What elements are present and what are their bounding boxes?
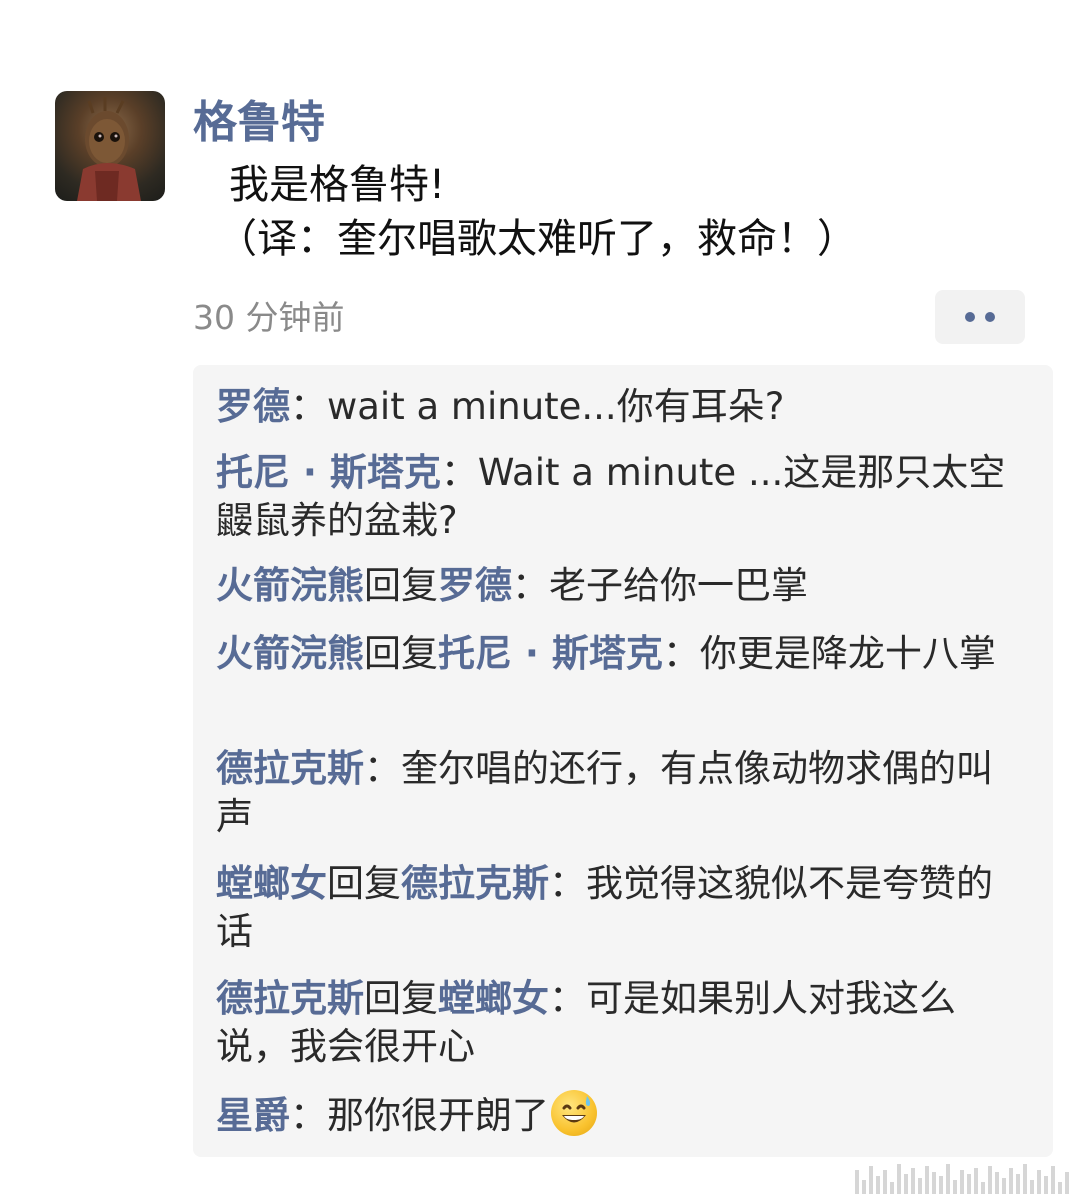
post-text-line: 我是格鲁特! — [229, 162, 446, 208]
more-actions-button[interactable] — [935, 290, 1025, 344]
reply-word: 回复 — [364, 977, 438, 1020]
comment-user[interactable]: 火箭浣熊 — [216, 632, 364, 675]
groot-avatar-icon — [77, 97, 141, 201]
comment-item[interactable]: 螳螂女回复德拉克斯：我觉得这貌似不是夸赞的话 — [216, 860, 1026, 956]
author-name[interactable]: 格鲁特 — [193, 95, 325, 151]
comment-item[interactable]: 罗德：wait a minute...你有耳朵? — [216, 383, 1026, 431]
watermark — [855, 1158, 1070, 1194]
reply-to-user[interactable]: 罗德 — [438, 564, 512, 607]
grinning-sweat-emoji-icon — [551, 1090, 597, 1136]
comment-user[interactable]: 螳螂女 — [216, 862, 327, 905]
comment-user[interactable]: 星爵 — [216, 1094, 290, 1137]
post-timestamp: 30 分钟前 — [193, 298, 345, 337]
reply-word: 回复 — [327, 862, 401, 905]
comment-user[interactable]: 火箭浣熊 — [216, 564, 364, 607]
comment-text: ：wait a minute...你有耳朵? — [290, 385, 785, 428]
comment-user[interactable]: 托尼 · 斯塔克 — [216, 451, 441, 494]
comment-user[interactable]: 德拉克斯 — [216, 747, 364, 790]
reply-word: 回复 — [364, 564, 438, 607]
more-dots-icon — [965, 312, 975, 322]
more-dots-icon — [985, 312, 995, 322]
comment-item[interactable]: 火箭浣熊回复托尼 · 斯塔克：你更是降龙十八掌 — [216, 630, 1026, 678]
comment-list: 罗德：wait a minute...你有耳朵? 托尼 · 斯塔克：Wait a… — [193, 365, 1053, 1157]
comment-text: ：老子给你一巴掌 — [512, 564, 808, 607]
avatar[interactable] — [55, 91, 165, 201]
comment-item[interactable]: 星爵：那你很开朗了 — [216, 1090, 1026, 1140]
comment-text: ：那你很开朗了 — [290, 1094, 549, 1137]
post-content: 我是格鲁特! （译：奎尔唱歌太难听了，救命！） — [217, 158, 857, 266]
comment-item[interactable]: 托尼 · 斯塔克：Wait a minute ...这是那只太空鼹鼠养的盆栽? — [216, 449, 1026, 545]
comment-item[interactable]: 德拉克斯回复螳螂女：可是如果别人对我这么说，我会很开心 — [216, 975, 1026, 1071]
comment-user[interactable]: 德拉克斯 — [216, 977, 364, 1020]
reply-to-user[interactable]: 德拉克斯 — [401, 862, 549, 905]
comment-text: ：你更是降龙十八掌 — [662, 632, 996, 675]
reply-to-user[interactable]: 螳螂女 — [438, 977, 549, 1020]
comment-user[interactable]: 罗德 — [216, 385, 290, 428]
reply-word: 回复 — [364, 632, 438, 675]
post-text-line: （译：奎尔唱歌太难听了，救命！） — [217, 216, 857, 262]
moment-post: 格鲁特 我是格鲁特! （译：奎尔唱歌太难听了，救命！） 30 分钟前 罗德：wa… — [0, 0, 1080, 1199]
comment-item[interactable]: 火箭浣熊回复罗德：老子给你一巴掌 — [216, 562, 1026, 610]
reply-to-user[interactable]: 托尼 · 斯塔克 — [438, 632, 663, 675]
comment-item[interactable]: 德拉克斯：奎尔唱的还行，有点像动物求偶的叫声 — [216, 745, 1026, 841]
